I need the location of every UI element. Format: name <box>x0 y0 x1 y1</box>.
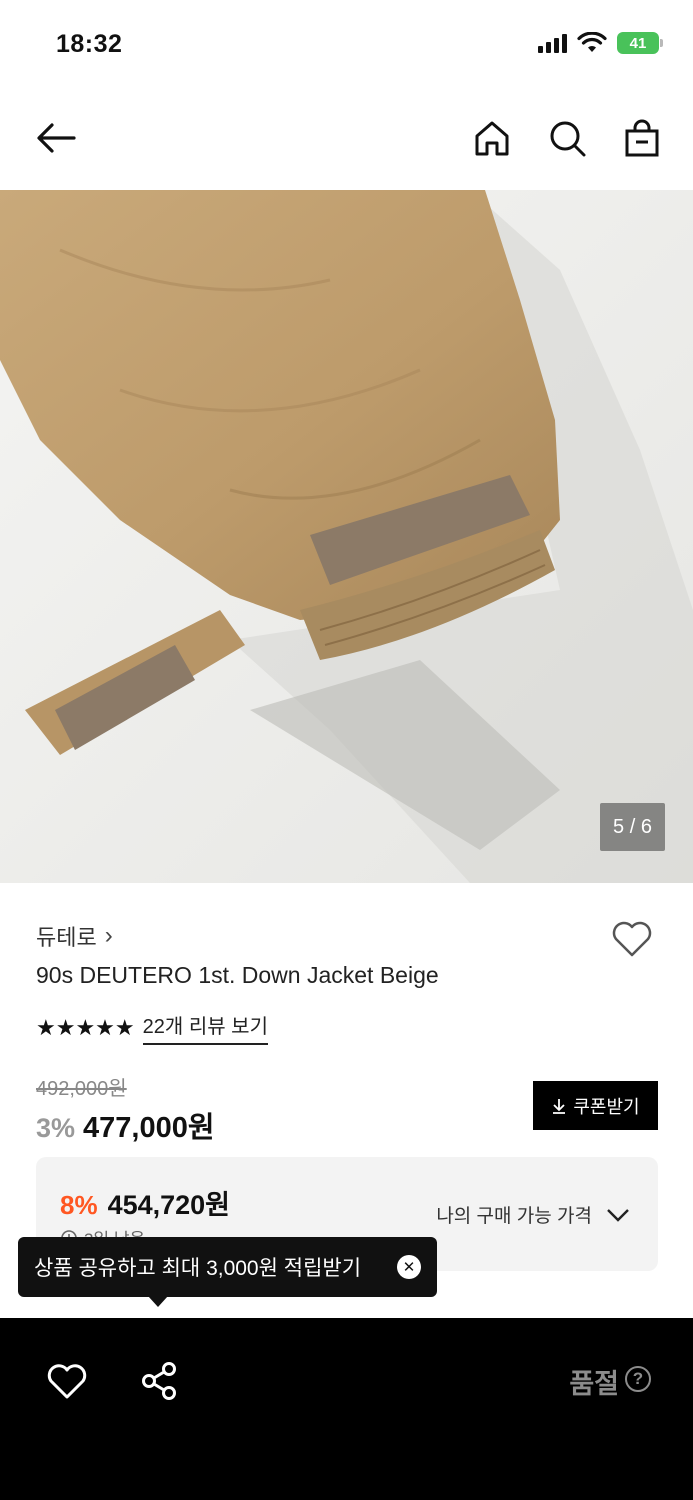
sale-price-row: 3% 477,000원 <box>36 1104 215 1146</box>
original-price: 492,000원 <box>36 1078 127 1100</box>
product-photo <box>0 190 693 883</box>
wifi-icon <box>577 32 607 52</box>
tooltip-close-icon[interactable]: ✕ <box>397 1255 421 1279</box>
tooltip-text: 상품 공유하고 최대 3,000원 적립받기 <box>34 1257 362 1280</box>
best-price: 454,720원 <box>107 1190 231 1220</box>
star-rating: ★★★★★ <box>36 1014 135 1040</box>
share-reward-tooltip: 상품 공유하고 최대 3,000원 적립받기 ✕ <box>18 1237 437 1307</box>
review-link[interactable]: 22개 리뷰 보기 <box>142 1010 268 1045</box>
heart-icon <box>47 1364 87 1399</box>
bottom-wishlist-button[interactable] <box>46 1362 88 1402</box>
help-icon[interactable]: ? <box>625 1366 651 1392</box>
chevron-down-icon <box>607 1208 629 1222</box>
status-time: 18:32 <box>56 30 123 58</box>
download-icon <box>553 1098 566 1114</box>
soldout-label: 품절 <box>569 1369 619 1399</box>
cellular-signal-icon <box>538 33 567 53</box>
home-icon <box>475 121 509 156</box>
product-image-gallery[interactable]: 5 / 6 <box>0 190 693 883</box>
share-button[interactable] <box>140 1360 180 1402</box>
sale-price: 477,000원 <box>83 1112 215 1144</box>
rating-row: ★★★★★ 22개 리뷰 보기 <box>36 1010 268 1045</box>
home-button[interactable] <box>470 116 514 160</box>
shopping-bag-icon <box>625 119 659 157</box>
cart-button[interactable] <box>620 116 664 160</box>
best-discount-percent: 8% <box>60 1190 98 1220</box>
gallery-page-indicator: 5 / 6 <box>600 803 665 851</box>
discount-percent: 3% <box>36 1113 76 1143</box>
product-name: 90s DEUTERO 1st. Down Jacket Beige <box>36 962 439 988</box>
back-button[interactable] <box>34 116 78 160</box>
coupon-button-label: 쿠폰받기 <box>573 1096 640 1117</box>
arrow-left-icon <box>37 123 76 153</box>
my-price-toggle[interactable]: 나의 구매 가능 가격 <box>436 1201 630 1228</box>
tooltip-arrow <box>148 1296 168 1307</box>
brand-name: 듀테로 <box>36 925 97 950</box>
best-price-row: 8% 454,720원 <box>60 1183 230 1222</box>
bottom-action-bar: 품절 ? <box>0 1318 693 1500</box>
status-icons: 41 <box>538 32 663 54</box>
my-price-label: 나의 구매 가능 가격 <box>436 1206 592 1227</box>
battery-level: 41 <box>629 34 647 52</box>
brand-link[interactable]: 듀테로 › <box>36 920 113 952</box>
wishlist-button[interactable] <box>609 916 655 962</box>
status-bar: 18:32 41 <box>0 0 693 90</box>
battery-indicator: 41 <box>617 32 663 54</box>
heart-icon <box>612 921 652 957</box>
search-icon <box>550 121 586 157</box>
chevron-right-icon: › <box>104 922 113 949</box>
coupon-download-button[interactable]: 쿠폰받기 <box>533 1081 658 1130</box>
search-button[interactable] <box>545 116 589 160</box>
top-navigation <box>0 100 693 180</box>
share-icon <box>142 1362 176 1400</box>
